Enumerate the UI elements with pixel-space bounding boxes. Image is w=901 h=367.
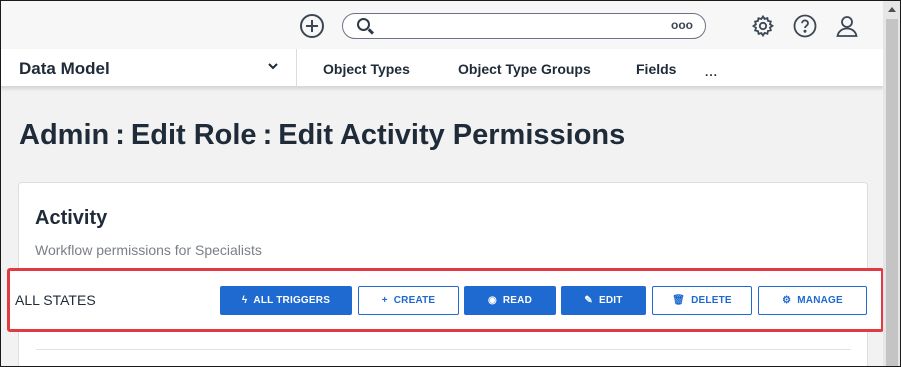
delete-button[interactable]: 🗑 DELETE <box>652 286 752 315</box>
all-triggers-button[interactable]: ϟ ALL TRIGGERS <box>220 286 352 315</box>
search-input[interactable]: ooo <box>342 13 706 39</box>
button-label: READ <box>502 295 533 306</box>
tab-object-type-groups[interactable]: Object Type Groups <box>458 61 591 77</box>
divider <box>36 349 851 350</box>
tab-object-types[interactable]: Object Types <box>323 61 410 77</box>
button-label: CREATE <box>393 295 436 306</box>
states-label: ALL STATES <box>15 292 96 308</box>
scroll-thumb[interactable] <box>886 19 898 366</box>
breadcrumb-admin[interactable]: Admin <box>19 119 109 152</box>
eye-icon: ◉ <box>487 294 497 306</box>
breadcrumb-current: Edit Activity Permissions <box>278 119 626 151</box>
vertical-scrollbar[interactable] <box>883 1 900 366</box>
add-icon[interactable] <box>300 14 324 38</box>
chevron-down-icon <box>268 63 278 70</box>
breadcrumb-separator: : <box>115 119 125 151</box>
button-label: DELETE <box>691 295 732 306</box>
scroll-up-icon[interactable] <box>888 7 896 12</box>
tab-fields[interactable]: Fields <box>636 61 676 77</box>
plus-icon: + <box>381 294 388 306</box>
user-icon[interactable] <box>835 14 859 38</box>
app-frame: ooo Data Model Object Types Object Type … <box>0 0 901 367</box>
card-title: Activity <box>35 207 108 229</box>
button-label: ALL TRIGGERS <box>253 295 331 306</box>
gear-icon: ⚙ <box>782 294 792 306</box>
data-model-dropdown[interactable]: Data Model <box>1 49 297 87</box>
read-button[interactable]: ◉ READ <box>464 286 556 315</box>
lightning-icon: ϟ <box>241 294 248 306</box>
card-description: Workflow permissions for Specialists <box>35 242 262 258</box>
button-label: EDIT <box>599 295 623 306</box>
more-icon[interactable]: ... <box>705 65 718 79</box>
create-button[interactable]: + CREATE <box>358 286 459 315</box>
help-icon[interactable] <box>793 14 817 38</box>
search-icon <box>357 18 370 31</box>
pencil-icon: ✎ <box>584 294 593 306</box>
page-title: Admin: Edit Role: Edit Activity Permission… <box>19 119 625 155</box>
search-options-icon[interactable]: ooo <box>671 18 693 32</box>
breadcrumb-separator: : <box>262 119 273 151</box>
edit-button[interactable]: ✎ EDIT <box>561 286 646 315</box>
button-label: MANAGE <box>797 295 843 306</box>
dropdown-label: Data Model <box>19 59 110 78</box>
manage-button[interactable]: ⚙ MANAGE <box>758 286 867 315</box>
gear-icon[interactable] <box>751 14 775 38</box>
breadcrumb-edit-role[interactable]: Edit Role <box>131 119 257 152</box>
nav-bar: Data Model Object Types Object Type Grou… <box>1 49 883 87</box>
top-bar: ooo <box>1 1 883 49</box>
trash-icon: 🗑 <box>672 294 686 306</box>
